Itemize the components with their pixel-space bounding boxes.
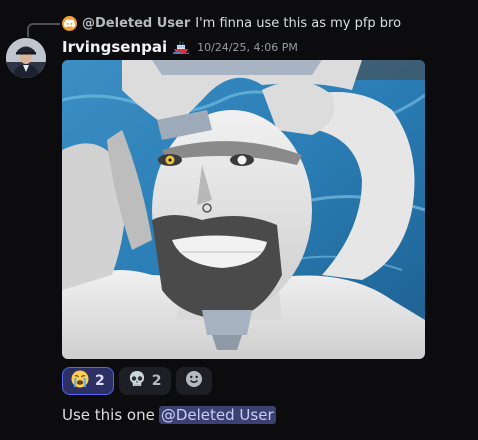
username[interactable]: Irvingsenpai (62, 38, 167, 56)
image-attachment[interactable] (62, 60, 425, 359)
avatar[interactable] (6, 38, 46, 78)
message-header: Irvingsenpai 10/24/25, 4:06 PM (62, 37, 298, 57)
reactions-bar: 2 2 (62, 367, 212, 395)
reaction-count: 2 (95, 373, 105, 389)
reply-author[interactable]: @Deleted User (82, 16, 190, 31)
message-text: Use this one (62, 406, 155, 424)
skull-icon (128, 370, 146, 392)
timestamp: 10/24/25, 4:06 PM (197, 40, 298, 54)
message-content: Use this one @Deleted User (62, 404, 276, 426)
reaction-loudly-crying[interactable]: 2 (62, 367, 114, 395)
add-reaction-button[interactable] (175, 367, 212, 395)
reply-spine (27, 23, 60, 37)
add-reaction-smiley-icon (185, 370, 203, 392)
ship-emoji-icon (173, 40, 190, 54)
discord-logo-icon (62, 15, 77, 31)
reply-reference[interactable]: @Deleted User I'm finna use this as my p… (62, 14, 401, 32)
reaction-skull[interactable]: 2 (118, 367, 171, 395)
reaction-count: 2 (151, 373, 162, 389)
user-mention[interactable]: @Deleted User (158, 406, 276, 424)
loudly-crying-face-icon (71, 370, 89, 392)
reply-preview-text[interactable]: I'm finna use this as my pfp bro (195, 16, 401, 31)
